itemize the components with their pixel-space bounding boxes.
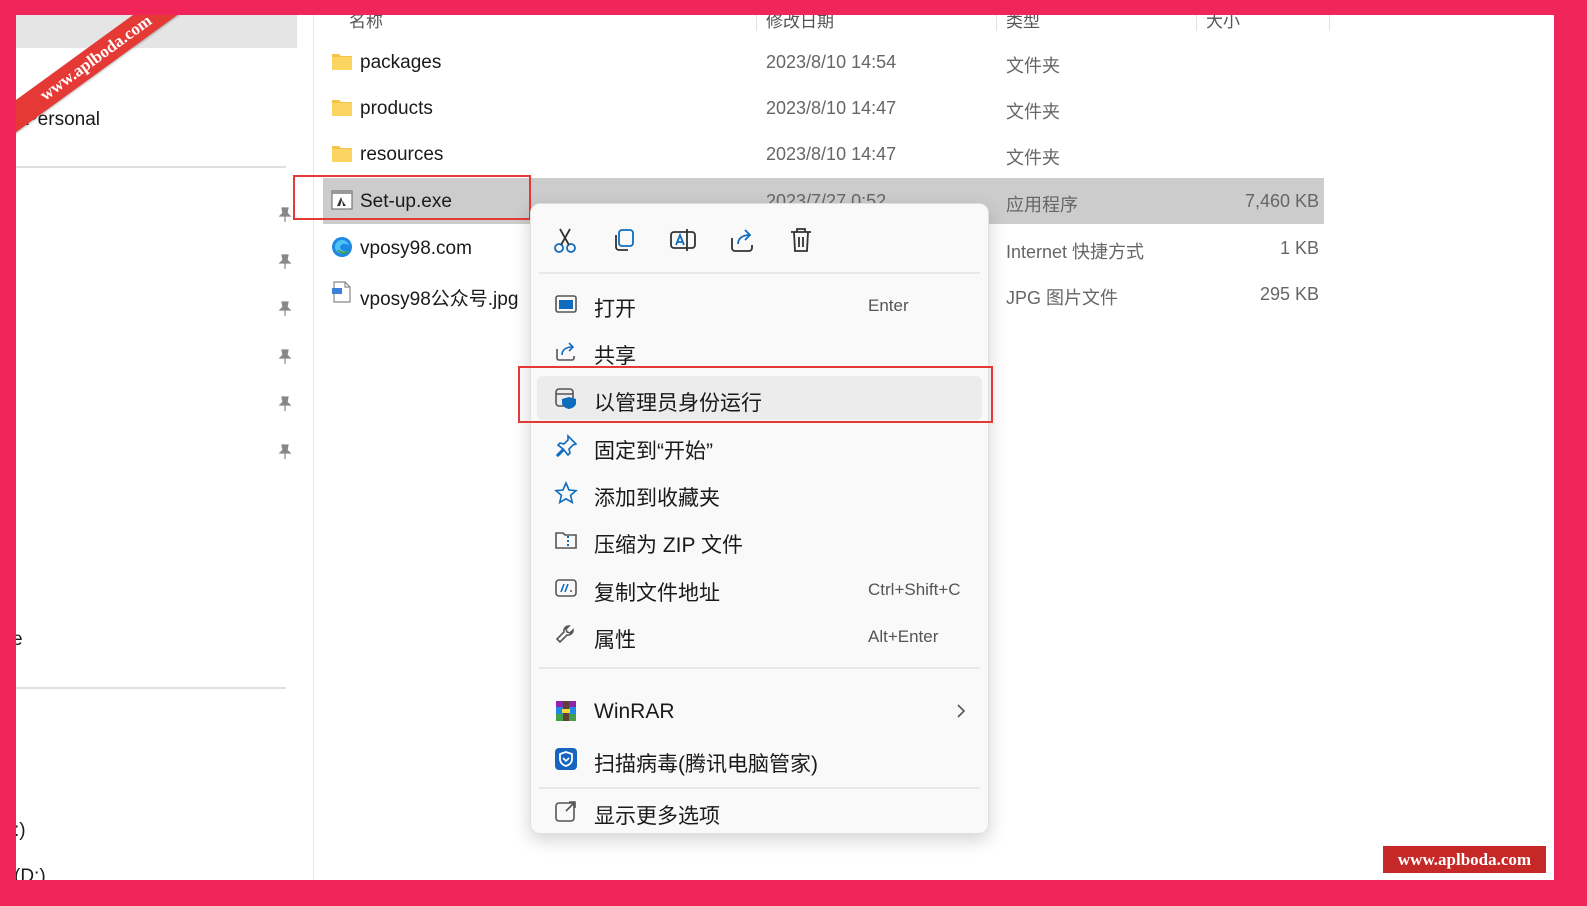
menu-item-scan-virus[interactable]: 扫描病毒(腾讯电脑管家) (537, 737, 982, 781)
cut-icon[interactable] (549, 224, 581, 256)
share-icon[interactable] (726, 224, 758, 256)
menu-separator (539, 667, 980, 669)
folder-icon (332, 146, 352, 162)
nav-drive-d[interactable]: (D:) (16, 866, 46, 880)
delete-icon[interactable] (785, 224, 817, 256)
open-icon (555, 295, 577, 313)
menu-shortcut: Ctrl+Shift+C (868, 580, 961, 599)
pin-icon[interactable] (278, 301, 292, 317)
winrar-icon (556, 701, 576, 721)
menu-separator (539, 787, 980, 789)
explorer-window: Personal e :) (D:) www.aplboda.com 名称 修改… (16, 15, 1554, 880)
more-options-icon (555, 801, 576, 822)
file-size: 1 KB (1279, 238, 1319, 258)
menu-separator (539, 272, 980, 274)
nav-item-partial[interactable]: e (16, 629, 23, 651)
menu-item-label: 固定到“开始” (594, 440, 713, 463)
menu-item-add-favorites[interactable]: 添加到收藏夹 (537, 471, 982, 515)
menu-item-pin-to-start[interactable]: 固定到“开始” (537, 424, 982, 468)
column-header-date[interactable]: 修改日期 (766, 15, 834, 32)
pin-icon[interactable] (278, 444, 292, 460)
file-row[interactable]: resources 2023/8/10 14:47 文件夹 (323, 131, 1324, 177)
rename-icon[interactable] (667, 224, 699, 256)
file-date: 2023/8/10 14:54 (766, 52, 897, 72)
chevron-right-icon (957, 704, 966, 718)
pin-icon[interactable] (278, 349, 292, 365)
menu-item-label: WinRAR (594, 700, 675, 723)
file-name: products (360, 98, 433, 119)
menu-item-label: 属性 (594, 629, 636, 652)
navigation-pane: Personal e :) (D:) (16, 15, 314, 880)
wrench-icon (555, 625, 574, 644)
column-header-name[interactable]: 名称 (349, 15, 383, 32)
nav-drive-c[interactable]: :) (16, 820, 26, 842)
zip-icon (555, 532, 577, 549)
nav-divider (16, 687, 286, 689)
column-divider[interactable] (996, 15, 997, 31)
pin-icon (555, 434, 578, 458)
file-size: 7,460 KB (1244, 191, 1319, 211)
file-row[interactable]: products 2023/8/10 14:47 文件夹 (323, 85, 1324, 131)
folder-icon (332, 54, 352, 70)
folder-icon (332, 100, 352, 116)
file-type: JPG 图片文件 (1006, 288, 1119, 308)
tencent-shield-icon (555, 748, 577, 770)
watermark-corner: www.aplboda.com (1383, 846, 1546, 873)
file-type: 应用程序 (1006, 195, 1078, 215)
menu-shortcut: Enter (868, 296, 909, 315)
star-icon (554, 481, 578, 505)
menu-item-open[interactable]: 打开 Enter (537, 282, 982, 326)
file-size: 295 KB (1259, 284, 1319, 304)
file-name: packages (360, 52, 442, 73)
menu-item-copy-path[interactable]: 复制文件地址 Ctrl+Shift+C (537, 566, 982, 610)
copy-icon[interactable] (608, 224, 640, 256)
column-divider[interactable] (1329, 15, 1330, 31)
file-name: vposy98公众号.jpg (360, 289, 519, 310)
file-name: vposy98.com (360, 238, 472, 259)
menu-item-properties[interactable]: 属性 Alt+Enter (537, 613, 982, 657)
column-divider[interactable] (1196, 15, 1197, 31)
image-file-icon (332, 281, 351, 303)
menu-item-label: 扫描病毒(腾讯电脑管家) (594, 753, 818, 776)
file-date: 2023/8/10 14:47 (766, 98, 897, 118)
file-type: 文件夹 (1006, 102, 1060, 122)
pin-icon[interactable] (278, 254, 292, 270)
file-row[interactable]: packages 2023/8/10 14:54 文件夹 (323, 39, 1324, 85)
copy-path-icon (555, 579, 577, 597)
nav-divider (16, 166, 286, 168)
file-type: 文件夹 (1006, 148, 1060, 168)
file-date: 2023/8/10 14:47 (766, 144, 897, 164)
highlight-box-file (293, 175, 531, 220)
file-type: Internet 快捷方式 (1006, 242, 1145, 262)
column-header-type[interactable]: 类型 (1006, 15, 1040, 32)
file-type: 文件夹 (1006, 56, 1060, 76)
pin-icon[interactable] (278, 207, 292, 223)
pin-icon[interactable] (278, 396, 292, 412)
highlight-box-run-as-admin (518, 366, 993, 423)
column-header-size[interactable]: 大小 (1206, 15, 1240, 32)
file-name: resources (360, 144, 444, 165)
menu-item-compress-zip[interactable]: 压缩为 ZIP 文件 (537, 518, 982, 562)
menu-item-label: 添加到收藏夹 (594, 487, 720, 510)
menu-item-label: 显示更多选项 (594, 805, 720, 828)
edge-icon (332, 237, 352, 257)
share-icon (556, 342, 575, 361)
column-divider[interactable] (756, 15, 757, 31)
menu-item-winrar[interactable]: WinRAR (537, 689, 982, 733)
menu-item-label: 复制文件地址 (594, 582, 720, 605)
menu-item-show-more-options[interactable]: 显示更多选项 (537, 797, 982, 831)
menu-shortcut: Alt+Enter (868, 627, 939, 646)
context-menu: 打开 Enter 共享 以管理员身份运行 固定到“开始” 添加到收藏夹 压缩为 … (530, 203, 989, 834)
menu-item-label: 压缩为 ZIP 文件 (594, 534, 743, 557)
menu-item-label: 打开 (594, 298, 636, 321)
